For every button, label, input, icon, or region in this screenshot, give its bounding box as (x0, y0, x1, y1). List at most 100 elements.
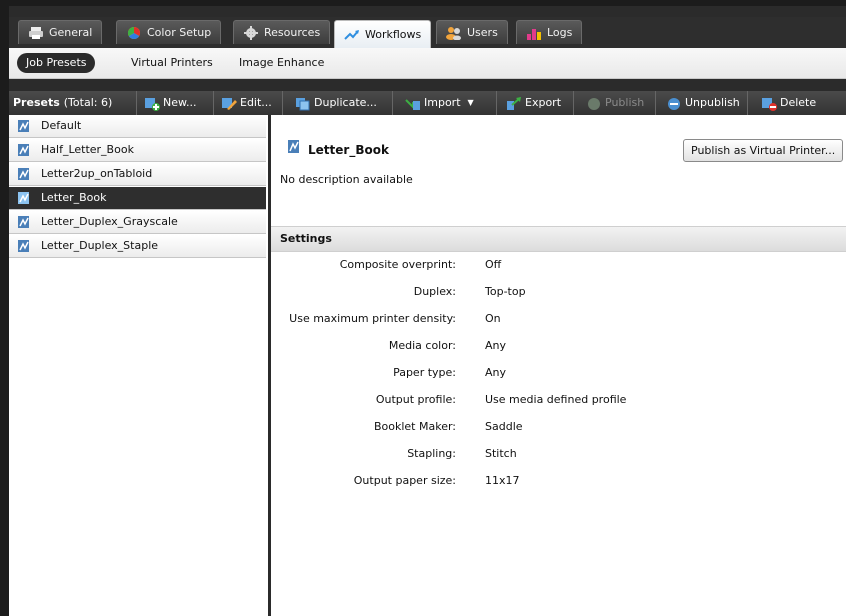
preset-detail-panel: Letter_Book No description available Pub… (271, 115, 846, 616)
setting-value: Saddle (485, 420, 523, 433)
preset-item-letter2up-ontabloid[interactable]: Letter2up_onTabloid (9, 163, 266, 186)
tab-logs-label: Logs (547, 26, 573, 39)
setting-label: Stapling: (407, 447, 456, 460)
main-tab-bar: General Color Setup Resources Workflows … (9, 17, 846, 48)
duplicate-button[interactable]: Duplicate... (295, 91, 377, 115)
tab-users[interactable]: Users (436, 20, 508, 44)
tab-general-label: General (49, 26, 93, 39)
delete-button-label: Delete (780, 96, 817, 109)
tab-color-setup[interactable]: Color Setup (116, 20, 222, 44)
setting-row: Duplex: Top-top (271, 285, 846, 305)
tab-workflows-label: Workflows (365, 28, 422, 41)
subtab-image-enhance[interactable]: Image Enhance (230, 53, 333, 73)
toolbar-separator (213, 91, 214, 115)
toolbar-separator (136, 91, 137, 115)
setting-row: Composite overprint: Off (271, 258, 846, 278)
setting-label: Output profile: (375, 393, 456, 406)
preset-item-letter-duplex-grayscale[interactable]: Letter_Duplex_Grayscale (9, 211, 266, 234)
preset-label: Letter2up_onTabloid (41, 167, 153, 180)
bar-chart-icon (526, 26, 542, 40)
preset-label: Letter_Duplex_Grayscale (41, 215, 178, 228)
delete-icon (761, 96, 777, 111)
tab-workflows[interactable]: Workflows (334, 20, 432, 48)
subtab-job-presets[interactable]: Job Presets (17, 53, 96, 73)
setting-value: Use media defined profile (485, 393, 627, 406)
preset-name: Letter_Book (308, 143, 389, 157)
workflow-icon (344, 28, 360, 42)
publish-button-label: Publish (605, 96, 645, 109)
edit-button[interactable]: Edit... (221, 91, 272, 115)
setting-value: 11x17 (485, 474, 520, 487)
tab-users-label: Users (467, 26, 498, 39)
duplicate-button-label: Duplicate... (314, 96, 377, 109)
publish-button[interactable]: Publish (586, 91, 644, 115)
toolbar-separator (392, 91, 393, 115)
preset-item-letter-duplex-staple[interactable]: Letter_Duplex_Staple (9, 235, 266, 258)
import-button[interactable]: Import ▼ (405, 91, 474, 115)
setting-row: Use maximum printer density: On (271, 312, 846, 332)
setting-row: Media color: Any (271, 339, 846, 359)
preset-icon (17, 167, 31, 181)
subtab-virtual-printers[interactable]: Virtual Printers (122, 53, 222, 73)
setting-label: Booklet Maker: (373, 420, 456, 433)
setting-label: Duplex: (413, 285, 456, 298)
import-icon (405, 96, 421, 110)
import-button-label: Import (424, 96, 461, 109)
toolbar-separator (747, 91, 748, 115)
settings-header: Settings (271, 226, 846, 252)
tab-resources-label: Resources (264, 26, 321, 39)
setting-value: Any (485, 366, 507, 379)
setting-label: Media color: (388, 339, 456, 352)
edit-icon (221, 96, 237, 110)
preset-item-default[interactable]: Default (9, 115, 266, 138)
chevron-down-icon[interactable]: ▼ (468, 91, 474, 115)
preset-icon (287, 139, 301, 155)
unpublish-button-label: Unpublish (685, 96, 740, 109)
presets-toolbar: Presets (Total: 6) New... Edit... Duplica… (9, 91, 846, 115)
presets-list: Default Half_Letter_Book Letter2up_onTab… (9, 115, 271, 616)
publish-as-virtual-printer-button[interactable]: Publish as Virtual Printer... (683, 139, 844, 162)
tab-general[interactable]: General (18, 20, 103, 44)
presets-title-label: Presets (13, 96, 60, 109)
presets-count: (Total: 6) (63, 96, 113, 109)
preset-icon (17, 191, 31, 205)
setting-row: Booklet Maker: Saddle (271, 420, 846, 440)
setting-label: Composite overprint: (339, 258, 456, 271)
preset-icon (17, 119, 31, 133)
setting-value: Off (485, 258, 502, 271)
setting-row: Paper type: Any (271, 366, 846, 386)
preset-label: Half_Letter_Book (41, 143, 134, 156)
setting-label: Use maximum printer density: (289, 312, 456, 325)
new-preset-icon (144, 96, 160, 111)
new-button-label: New... (163, 96, 197, 109)
tab-resources[interactable]: Resources (233, 20, 331, 44)
preset-label: Letter_Duplex_Staple (41, 239, 159, 252)
users-icon (446, 26, 462, 40)
edit-button-label: Edit... (240, 96, 272, 109)
setting-row: Output paper size: 11x17 (271, 474, 846, 494)
setting-value: Stitch (485, 447, 517, 460)
unpublish-button[interactable]: Unpublish (666, 91, 740, 115)
color-wheel-icon (126, 26, 142, 40)
delete-button[interactable]: Delete (761, 91, 816, 115)
duplicate-icon (295, 96, 311, 111)
preset-item-half-letter-book[interactable]: Half_Letter_Book (9, 139, 266, 162)
toolbar-separator (655, 91, 656, 115)
publish-icon (586, 96, 602, 110)
tab-logs[interactable]: Logs (516, 20, 583, 44)
setting-value: Top-top (485, 285, 526, 298)
sub-tab-bar: Job Presets Virtual Printers Image Enhan… (9, 48, 846, 79)
toolbar-separator (573, 91, 574, 115)
preset-item-letter-book[interactable]: Letter_Book (9, 187, 266, 210)
presets-title: Presets (Total: 6) (13, 91, 112, 115)
printer-icon (28, 26, 44, 40)
gear-icon (243, 25, 259, 40)
export-icon (506, 96, 522, 110)
unpublish-icon (666, 96, 682, 110)
export-button[interactable]: Export (506, 91, 561, 115)
preset-icon (17, 239, 31, 253)
setting-label: Output paper size: (353, 474, 456, 487)
new-button[interactable]: New... (144, 91, 196, 115)
preset-icon (17, 143, 31, 157)
toolbar-separator (496, 91, 497, 115)
